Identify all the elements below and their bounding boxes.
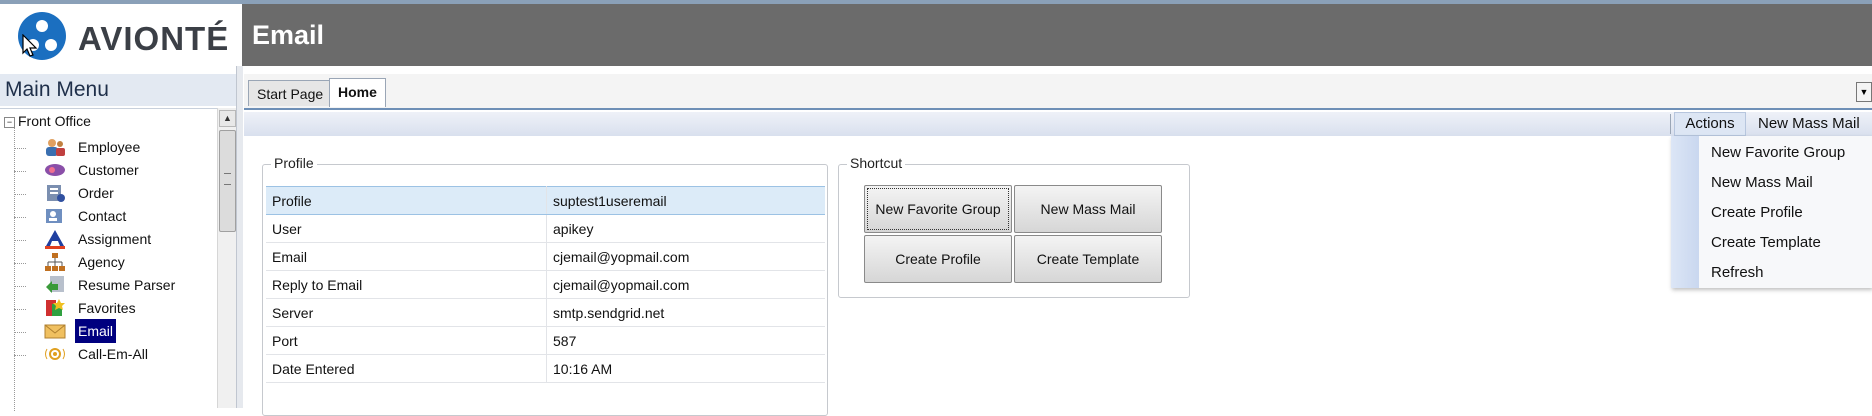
toolbar-separator: [1670, 114, 1671, 134]
profile-key: User: [266, 214, 547, 243]
sidebar-splitter[interactable]: [236, 66, 243, 408]
shortcut-group-title: Shortcut: [847, 155, 906, 171]
profile-table: Profile suptest1useremail User apikey Emai…: [266, 186, 825, 383]
agency-icon: [45, 253, 65, 271]
resume-parser-icon: [46, 276, 64, 293]
scroll-thumb[interactable]: [219, 130, 236, 232]
customer-icon: [45, 164, 65, 176]
table-row[interactable]: Date Entered 10:16 AM: [266, 354, 825, 383]
mouse-cursor-icon: [22, 34, 38, 57]
sidebar-scrollbar[interactable]: ▲: [217, 108, 236, 408]
profile-value: smtp.sendgrid.net: [546, 298, 825, 327]
tab-start-page[interactable]: Start Page: [248, 80, 333, 106]
sidebar-item-label: Employee: [78, 139, 141, 155]
tree-root-label: Front Office: [18, 113, 91, 129]
new-favorite-group-button[interactable]: New Favorite Group: [864, 185, 1012, 233]
new-mass-mail-button[interactable]: New Mass Mail: [1758, 112, 1860, 136]
table-row[interactable]: Reply to Email cjemail@yopmail.com: [266, 270, 825, 299]
profile-value: cjemail@yopmail.com: [546, 242, 825, 271]
sidebar-item-label: Email: [75, 319, 117, 343]
contact-icon: [46, 209, 62, 223]
profile-key: Profile: [266, 186, 547, 215]
header-bar: Email: [242, 4, 1872, 66]
scroll-up-arrow-icon[interactable]: ▲: [219, 110, 236, 127]
logo-text: AVIONTÉ: [78, 20, 230, 57]
sidebar-item-label: Assignment: [78, 231, 152, 247]
order-icon: [47, 185, 65, 202]
toolbar: Actions New Mass Mail: [244, 112, 1872, 136]
email-icon: [44, 324, 66, 339]
profile-value: apikey: [546, 214, 825, 243]
sidebar-item-label: Customer: [78, 162, 139, 178]
tab-strip: Start Page Home ▼: [244, 74, 1872, 110]
sidebar-item-label: Favorites: [78, 300, 136, 316]
menu-item-create-profile[interactable]: Create Profile: [1711, 204, 1803, 221]
profile-key: Server: [266, 298, 547, 327]
table-row[interactable]: Server smtp.sendgrid.net: [266, 298, 825, 327]
page-title: Email: [252, 20, 325, 50]
main-menu-title: Main Menu: [0, 74, 236, 106]
menu-item-refresh[interactable]: Refresh: [1711, 264, 1764, 281]
actions-dropdown-menu: New Favorite Group New Mass Mail Create …: [1671, 136, 1872, 288]
employee-icon: [46, 139, 65, 156]
tree-guide-line: [14, 121, 15, 411]
new-mass-mail-shortcut-button[interactable]: New Mass Mail: [1014, 185, 1162, 233]
tab-home[interactable]: Home: [329, 78, 386, 107]
menu-item-new-mass-mail[interactable]: New Mass Mail: [1711, 174, 1813, 191]
sidebar-item-label: Agency: [78, 254, 125, 270]
collapse-icon[interactable]: −: [4, 116, 15, 128]
call-em-all-icon: [45, 348, 65, 360]
tree-root-front-office[interactable]: − Front Office: [4, 109, 91, 133]
profile-key: Port: [266, 326, 547, 355]
profile-group-title: Profile: [271, 155, 317, 171]
create-template-button[interactable]: Create Template: [1014, 235, 1162, 283]
menu-item-new-favorite-group[interactable]: New Favorite Group: [1711, 144, 1845, 161]
sidebar-item-label: Resume Parser: [78, 277, 176, 293]
table-row[interactable]: User apikey: [266, 214, 825, 243]
menu-icon-rail: [1671, 136, 1699, 288]
sidebar-item-label: Contact: [78, 208, 127, 224]
table-row[interactable]: Profile suptest1useremail: [266, 186, 825, 215]
profile-key: Date Entered: [266, 354, 547, 383]
profile-key: Reply to Email: [266, 270, 547, 299]
assignment-icon: [45, 230, 65, 249]
actions-menu-button[interactable]: Actions: [1674, 112, 1746, 136]
tab-dropdown-arrow-icon[interactable]: ▼: [1856, 82, 1872, 102]
profile-value: cjemail@yopmail.com: [546, 270, 825, 299]
main-menu-tree: − Front Office Employee Customer Order Co…: [0, 108, 218, 411]
profile-value: 587: [546, 326, 825, 355]
sidebar-item-label: Call-Em-All: [78, 346, 148, 362]
sidebar-item-label: Order: [78, 185, 114, 201]
profile-value: 10:16 AM: [546, 354, 825, 383]
create-profile-button[interactable]: Create Profile: [864, 235, 1012, 283]
table-row[interactable]: Port 587: [266, 326, 825, 355]
table-row[interactable]: Email cjemail@yopmail.com: [266, 242, 825, 271]
profile-value: suptest1useremail: [546, 186, 825, 215]
favorites-icon: [46, 299, 65, 316]
menu-item-create-template[interactable]: Create Template: [1711, 234, 1821, 251]
profile-key: Email: [266, 242, 547, 271]
